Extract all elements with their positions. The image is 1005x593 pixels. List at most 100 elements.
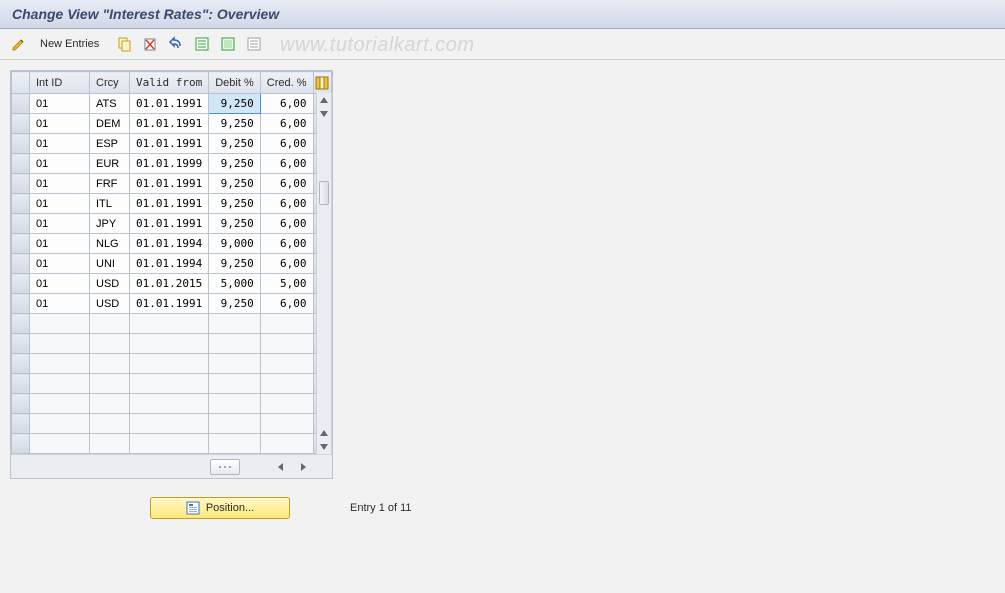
cell-cred[interactable]: 6,00: [260, 294, 313, 314]
cell-cred[interactable]: 6,00: [260, 114, 313, 134]
table-row[interactable]: 01UNI01.01.19949,2506,00: [12, 254, 332, 274]
cell-cred[interactable]: 6,00: [260, 254, 313, 274]
row-selector[interactable]: [12, 214, 30, 234]
cell-debit[interactable]: 9,250: [209, 214, 261, 234]
cell-valid[interactable]: 01.01.1991: [130, 194, 209, 214]
cell-intid[interactable]: 01: [30, 114, 90, 134]
cell-cred[interactable]: 6,00: [260, 174, 313, 194]
scroll-thumb[interactable]: [319, 181, 329, 205]
cell-intid[interactable]: 01: [30, 214, 90, 234]
row-selector[interactable]: [12, 94, 30, 114]
select-all-header[interactable]: [12, 72, 30, 94]
cell-debit[interactable]: 9,250: [209, 154, 261, 174]
cell-debit[interactable]: 9,250: [209, 134, 261, 154]
vertical-scrollbar[interactable]: [316, 93, 332, 454]
table-row[interactable]: 01FRF01.01.19919,2506,00: [12, 174, 332, 194]
table-row[interactable]: 01ATS01.01.19919,2506,00: [12, 94, 332, 114]
col-header-cred[interactable]: Cred. %: [260, 72, 313, 94]
cell-crcy[interactable]: USD: [90, 294, 130, 314]
cell-intid[interactable]: 01: [30, 194, 90, 214]
row-selector[interactable]: [12, 114, 30, 134]
cell-debit[interactable]: 9,250: [209, 114, 261, 134]
cell-valid[interactable]: 01.01.1999: [130, 154, 209, 174]
cell-intid[interactable]: 01: [30, 274, 90, 294]
cell-valid[interactable]: 01.01.1991: [130, 214, 209, 234]
cell-cred[interactable]: 6,00: [260, 194, 313, 214]
cell-debit[interactable]: 9,250: [209, 94, 261, 114]
cell-valid[interactable]: 01.01.1994: [130, 254, 209, 274]
cell-debit[interactable]: 5,000: [209, 274, 261, 294]
row-selector[interactable]: [12, 134, 30, 154]
cell-intid[interactable]: 01: [30, 174, 90, 194]
scroll-right-icon[interactable]: [294, 459, 312, 475]
cell-intid[interactable]: 01: [30, 294, 90, 314]
col-header-valid[interactable]: Valid from: [130, 72, 209, 94]
cell-valid[interactable]: 01.01.1991: [130, 294, 209, 314]
cell-cred[interactable]: 6,00: [260, 234, 313, 254]
cell-debit[interactable]: 9,000: [209, 234, 261, 254]
position-button[interactable]: Position...: [150, 497, 290, 519]
cell-crcy[interactable]: ATS: [90, 94, 130, 114]
cell-crcy[interactable]: ITL: [90, 194, 130, 214]
col-header-crcy[interactable]: Crcy: [90, 72, 130, 94]
row-selector[interactable]: [12, 174, 30, 194]
table-row[interactable]: 01JPY01.01.19919,2506,00: [12, 214, 332, 234]
scroll-up-icon-bottom[interactable]: [317, 426, 331, 440]
cell-valid[interactable]: 01.01.2015: [130, 274, 209, 294]
cell-cred[interactable]: 6,00: [260, 94, 313, 114]
row-selector[interactable]: [12, 254, 30, 274]
cell-debit[interactable]: 9,250: [209, 174, 261, 194]
col-header-intid[interactable]: Int ID: [30, 72, 90, 94]
cell-valid[interactable]: 01.01.1991: [130, 94, 209, 114]
row-selector[interactable]: [12, 294, 30, 314]
cell-debit[interactable]: 9,250: [209, 254, 261, 274]
cell-debit[interactable]: 9,250: [209, 294, 261, 314]
table-row[interactable]: 01USD01.01.19919,2506,00: [12, 294, 332, 314]
table-row[interactable]: 01DEM01.01.19919,2506,00: [12, 114, 332, 134]
cell-valid[interactable]: 01.01.1991: [130, 114, 209, 134]
cell-crcy[interactable]: DEM: [90, 114, 130, 134]
row-selector[interactable]: [12, 154, 30, 174]
select-block-icon[interactable]: [217, 33, 239, 55]
change-icon[interactable]: [8, 33, 30, 55]
cell-cred[interactable]: 6,00: [260, 154, 313, 174]
table-config-icon[interactable]: [313, 72, 331, 94]
scroll-up-icon[interactable]: [317, 93, 331, 107]
row-selector[interactable]: [12, 274, 30, 294]
scroll-down-icon-top[interactable]: [317, 107, 331, 121]
cell-valid[interactable]: 01.01.1994: [130, 234, 209, 254]
cell-intid[interactable]: 01: [30, 134, 90, 154]
undo-icon[interactable]: [165, 33, 187, 55]
cell-valid[interactable]: 01.01.1991: [130, 174, 209, 194]
cell-crcy[interactable]: EUR: [90, 154, 130, 174]
cell-crcy[interactable]: ESP: [90, 134, 130, 154]
first-column-button[interactable]: [210, 459, 240, 475]
cell-crcy[interactable]: JPY: [90, 214, 130, 234]
copy-icon[interactable]: [113, 33, 135, 55]
scroll-down-icon[interactable]: [317, 440, 331, 454]
cell-intid[interactable]: 01: [30, 154, 90, 174]
col-header-debit[interactable]: Debit %: [209, 72, 261, 94]
cell-intid[interactable]: 01: [30, 234, 90, 254]
table-row[interactable]: 01ITL01.01.19919,2506,00: [12, 194, 332, 214]
table-row[interactable]: 01ESP01.01.19919,2506,00: [12, 134, 332, 154]
deselect-all-icon[interactable]: [243, 33, 265, 55]
row-selector[interactable]: [12, 194, 30, 214]
scroll-track[interactable]: [317, 121, 331, 426]
select-all-icon[interactable]: [191, 33, 213, 55]
cell-cred[interactable]: 5,00: [260, 274, 313, 294]
cell-crcy[interactable]: NLG: [90, 234, 130, 254]
delete-icon[interactable]: [139, 33, 161, 55]
table-row[interactable]: 01USD01.01.20155,0005,00: [12, 274, 332, 294]
cell-crcy[interactable]: FRF: [90, 174, 130, 194]
cell-intid[interactable]: 01: [30, 94, 90, 114]
table-row[interactable]: 01NLG01.01.19949,0006,00: [12, 234, 332, 254]
cell-debit[interactable]: 9,250: [209, 194, 261, 214]
cell-crcy[interactable]: UNI: [90, 254, 130, 274]
cell-valid[interactable]: 01.01.1991: [130, 134, 209, 154]
scroll-left-icon[interactable]: [272, 459, 290, 475]
new-entries-button[interactable]: New Entries: [34, 36, 105, 52]
row-selector[interactable]: [12, 234, 30, 254]
cell-cred[interactable]: 6,00: [260, 134, 313, 154]
cell-cred[interactable]: 6,00: [260, 214, 313, 234]
